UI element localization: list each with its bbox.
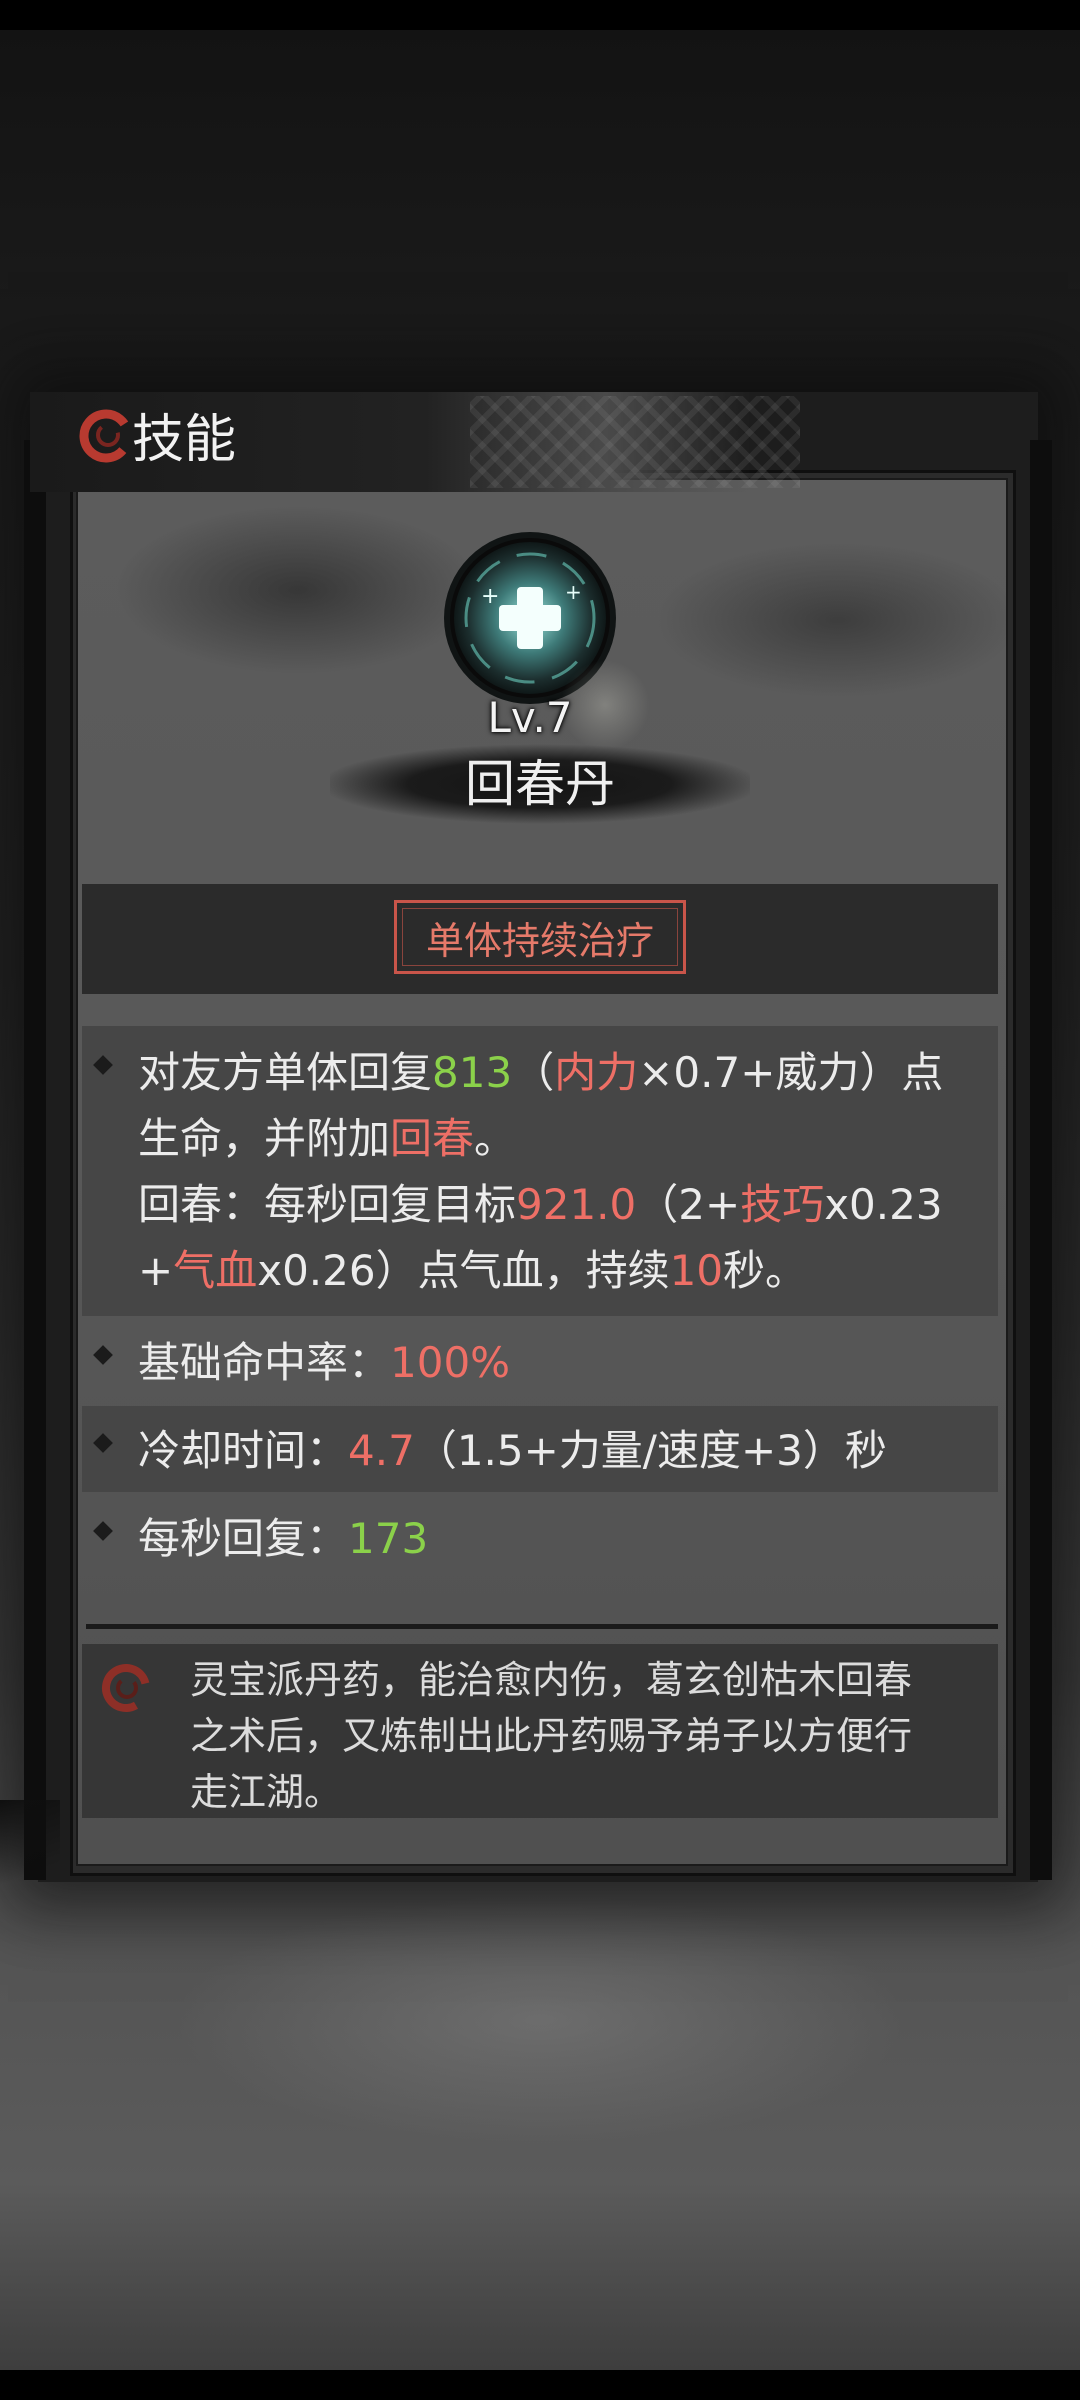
cooldown-row: 冷却时间：4.7（1.5+力量/速度+3）秒 bbox=[138, 1418, 887, 1484]
text-segment: 回春：每秒回复目标 bbox=[138, 1180, 517, 1229]
cooldown-formula: （1.5+力量/速度+3）秒 bbox=[414, 1426, 887, 1475]
lore-line-2: 之术后，又炼制出此丹药赐予弟子以方便行 bbox=[190, 1714, 913, 1758]
navigation-bar bbox=[0, 2370, 1080, 2400]
cooldown-label: 冷却时间： bbox=[138, 1426, 349, 1475]
hit-rate-value: 100% bbox=[390, 1338, 511, 1387]
buff-huichun: 回春 bbox=[390, 1114, 475, 1163]
header-pattern bbox=[470, 396, 800, 488]
text-segment: 生命，并附加 bbox=[138, 1114, 391, 1163]
frame-right-edge bbox=[1030, 440, 1052, 1880]
stat-jiqiao: 技巧 bbox=[740, 1180, 825, 1229]
hit-rate-label: 基础命中率： bbox=[138, 1338, 391, 1387]
hit-rate-row: 基础命中率：100% bbox=[138, 1330, 510, 1396]
regen-label: 每秒回复： bbox=[138, 1514, 349, 1563]
text-segment: x0.23 bbox=[824, 1180, 943, 1229]
page-title: 技能 bbox=[132, 410, 237, 470]
cooldown-value: 4.7 bbox=[348, 1426, 415, 1475]
text-segment: （2+ bbox=[636, 1180, 741, 1229]
stat-qixue: 气血 bbox=[173, 1246, 258, 1295]
status-bar bbox=[0, 0, 1080, 30]
text-segment: ×0.7+威力）点 bbox=[638, 1048, 944, 1097]
text-segment: 对友方单体回复 bbox=[138, 1048, 433, 1097]
frame-left-edge bbox=[24, 440, 46, 1880]
swirl-icon bbox=[102, 1664, 150, 1712]
text-segment: + bbox=[138, 1246, 174, 1295]
stat-neili: 内力 bbox=[554, 1048, 639, 1097]
effect-line-3: 回春：每秒回复目标921.0（2+技巧x0.23 bbox=[138, 1172, 943, 1238]
skill-level: Lv.7 bbox=[487, 693, 573, 742]
effect-line-4: +气血x0.26）点气血，持续10秒。 bbox=[138, 1238, 807, 1304]
brush-decoration bbox=[0, 1800, 60, 1900]
regen-row: 每秒回复：173 bbox=[138, 1506, 428, 1572]
text-segment: 秒。 bbox=[723, 1246, 808, 1295]
section-divider bbox=[86, 1624, 998, 1629]
text-segment: （ bbox=[512, 1048, 555, 1097]
regen-amount: 921.0 bbox=[516, 1180, 637, 1229]
lore-text: 灵宝派丹药，能治愈内伤，葛玄创枯木回春 之术后，又炼制出此丹药赐予弟子以方便行 … bbox=[190, 1652, 912, 1820]
lore-line-1: 灵宝派丹药，能治愈内伤，葛玄创枯木回春 bbox=[190, 1658, 913, 1702]
skill-type-label: 单体持续治疗 bbox=[425, 918, 654, 963]
heal-amount: 813 bbox=[432, 1048, 513, 1097]
text-segment: 。 bbox=[474, 1114, 517, 1163]
text-segment: x0.26）点气血，持续 bbox=[257, 1246, 670, 1295]
svg-text:+: + bbox=[481, 584, 499, 609]
svg-text:+: + bbox=[565, 580, 582, 604]
swirl-icon bbox=[79, 409, 133, 463]
effect-line-2: 生命，并附加回春。 bbox=[138, 1106, 516, 1172]
duration-value: 10 bbox=[669, 1246, 724, 1295]
regen-value: 173 bbox=[348, 1514, 429, 1563]
skill-type-stamp: 单体持续治疗 bbox=[394, 900, 686, 974]
lore-line-3: 走江湖。 bbox=[190, 1770, 343, 1814]
skill-name: 回春丹 bbox=[465, 755, 615, 813]
effect-line-1: 对友方单体回复813（内力×0.7+威力）点 bbox=[138, 1040, 943, 1106]
